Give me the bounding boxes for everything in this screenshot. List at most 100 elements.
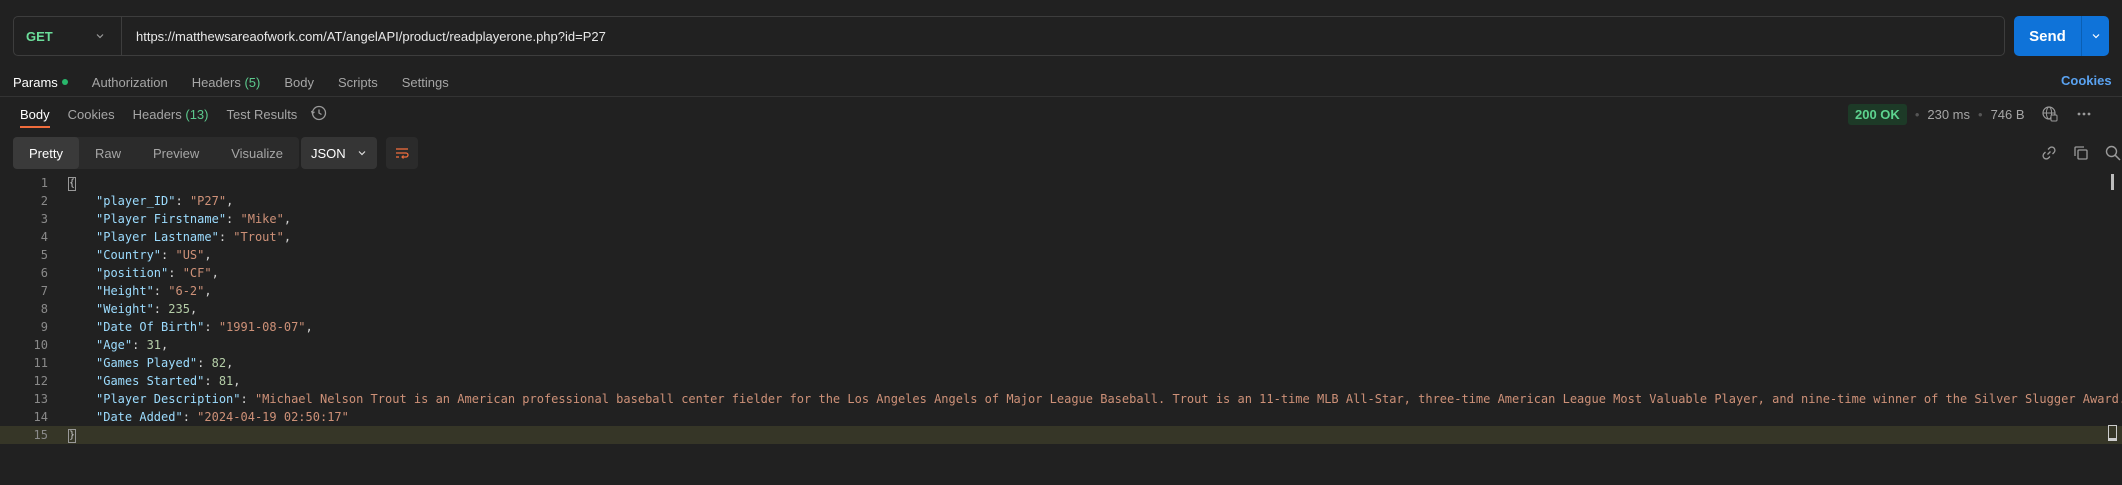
json-value: "Trout" bbox=[233, 230, 284, 244]
json-key: "player_ID" bbox=[96, 194, 176, 208]
tab-scripts[interactable]: Scripts bbox=[338, 75, 378, 90]
json-value: 81 bbox=[218, 374, 234, 388]
json-comma: , bbox=[204, 284, 212, 298]
format-select[interactable]: JSON bbox=[301, 137, 377, 169]
json-brace: { bbox=[68, 177, 76, 191]
code-content: "Age": 31, bbox=[96, 338, 168, 352]
active-tab-underline bbox=[20, 126, 50, 128]
tab-params[interactable]: Params bbox=[13, 75, 68, 90]
send-options-button[interactable] bbox=[2081, 16, 2109, 56]
tab-label: Scripts bbox=[337, 74, 378, 90]
cookies-link[interactable]: Cookies bbox=[2061, 73, 2112, 88]
code-line: 12 "Games Started": 81, bbox=[0, 372, 2122, 390]
tab-authorization[interactable]: Authorization bbox=[92, 75, 168, 90]
params-active-dot bbox=[61, 78, 68, 85]
chevron-down-icon bbox=[2092, 34, 2099, 39]
line-number: 2 bbox=[40, 194, 48, 208]
wrap-lines-button[interactable] bbox=[386, 137, 418, 169]
tab-count: (5) bbox=[244, 74, 261, 90]
json-key: "Weight" bbox=[96, 302, 154, 316]
method-select[interactable]: GET bbox=[14, 17, 122, 55]
view-visualize-button[interactable]: Visualize bbox=[215, 137, 299, 169]
code-content: "position": "CF", bbox=[96, 266, 219, 280]
line-number: 1 bbox=[40, 176, 48, 190]
code-content: { bbox=[68, 175, 76, 191]
url-input[interactable]: https://matthewsareaofwork.com/AT/angelA… bbox=[122, 29, 606, 44]
code-content: "Games Started": 81, bbox=[96, 374, 241, 388]
json-comma: , bbox=[161, 338, 169, 352]
wrap-lines-icon bbox=[396, 148, 409, 159]
json-value: "P27" bbox=[189, 194, 227, 208]
line-number: 15 bbox=[33, 428, 48, 442]
line-number: 8 bbox=[40, 302, 48, 316]
code-content: "Player Lastname": "Trout", bbox=[96, 230, 291, 244]
json-colon: : bbox=[226, 212, 241, 226]
code-line: 10 "Age": 31, bbox=[0, 336, 2122, 354]
request-tabs: Params Authorization Headers (5) Body Sc… bbox=[13, 72, 473, 92]
response-time[interactable]: 230 ms bbox=[1927, 107, 1970, 122]
response-tabs: Body Cookies Headers (13) Test Results bbox=[20, 104, 315, 124]
send-button[interactable]: Send bbox=[2014, 16, 2109, 56]
request-bar: GET https://matthewsareaofwork.com/AT/an… bbox=[13, 16, 2109, 56]
line-number: 6 bbox=[40, 266, 48, 280]
response-tab-test-results[interactable]: Test Results bbox=[227, 107, 298, 122]
response-tab-headers[interactable]: Headers (13) bbox=[133, 107, 209, 122]
network-globe-icon[interactable] bbox=[2041, 105, 2059, 123]
view-pretty-button[interactable]: Pretty bbox=[13, 137, 79, 169]
json-colon: : bbox=[204, 320, 219, 334]
code-line-current: 15 } bbox=[0, 426, 2122, 444]
code-content: "Height": "6-2", bbox=[96, 284, 212, 298]
line-number: 7 bbox=[40, 284, 48, 298]
separator-dot: • bbox=[1978, 106, 1983, 122]
line-number: 12 bbox=[33, 374, 48, 388]
tab-headers[interactable]: Headers (5) bbox=[192, 75, 261, 90]
more-options-icon[interactable] bbox=[2075, 105, 2093, 123]
json-colon: : bbox=[161, 248, 176, 262]
json-key: "Height" bbox=[96, 284, 154, 298]
code-line: 7 "Height": "6-2", bbox=[0, 282, 2122, 300]
link-icon[interactable] bbox=[2040, 144, 2058, 162]
code-line: 11 "Games Played": 82, bbox=[0, 354, 2122, 372]
response-body-editor[interactable]: 1 { 2 "player_ID": "P27", 3 "Player Firs… bbox=[0, 174, 2122, 464]
json-colon: : bbox=[218, 230, 234, 244]
format-label: JSON bbox=[311, 145, 346, 161]
tab-settings[interactable]: Settings bbox=[402, 75, 449, 90]
json-comma: , bbox=[305, 320, 313, 334]
tab-label: Body bbox=[284, 74, 314, 90]
json-key: "Country" bbox=[96, 248, 162, 262]
history-icon[interactable] bbox=[310, 104, 328, 122]
json-comma: , bbox=[189, 302, 198, 316]
json-value: "1991-08-07" bbox=[218, 320, 306, 334]
url-box: GET https://matthewsareaofwork.com/AT/an… bbox=[13, 16, 2005, 56]
response-tab-cookies[interactable]: Cookies bbox=[68, 107, 115, 122]
copy-icon[interactable] bbox=[2072, 144, 2090, 162]
response-tab-body[interactable]: Body bbox=[20, 107, 50, 122]
code-line: 13 "Player Description": "Michael Nelson… bbox=[0, 390, 2122, 408]
code-content: } bbox=[68, 427, 76, 443]
search-icon[interactable] bbox=[2104, 144, 2122, 162]
status-badge[interactable]: 200 OK bbox=[1848, 103, 1907, 125]
tab-body[interactable]: Body bbox=[284, 75, 314, 90]
code-line: 8 "Weight": 235, bbox=[0, 300, 2122, 318]
json-colon: : bbox=[153, 284, 169, 298]
json-key: "Age" bbox=[96, 338, 133, 352]
method-label: GET bbox=[26, 28, 53, 44]
json-comma: , bbox=[226, 356, 234, 370]
scrollbar-thumb[interactable] bbox=[2111, 174, 2114, 190]
tab-label: Settings bbox=[401, 74, 449, 90]
view-preview-button[interactable]: Preview bbox=[137, 137, 215, 169]
view-raw-button[interactable]: Raw bbox=[79, 137, 137, 169]
view-mode-switch: Pretty Raw Preview Visualize bbox=[13, 137, 300, 169]
json-key: "position" bbox=[96, 266, 169, 280]
json-colon: : bbox=[197, 356, 212, 370]
code-line: 6 "position": "CF", bbox=[0, 264, 2122, 282]
json-comma: , bbox=[283, 212, 292, 226]
json-value: "Michael Nelson Trout is an American pro… bbox=[254, 392, 2122, 406]
text-cursor-icon bbox=[2108, 425, 2117, 441]
line-number: 4 bbox=[40, 230, 48, 244]
code-content: "Games Played": 82, bbox=[96, 356, 233, 370]
json-comma: , bbox=[204, 248, 212, 262]
response-size[interactable]: 746 B bbox=[1991, 107, 2025, 122]
json-key: "Player Lastname" bbox=[96, 230, 219, 244]
json-key: "Date Of Birth" bbox=[96, 320, 205, 334]
